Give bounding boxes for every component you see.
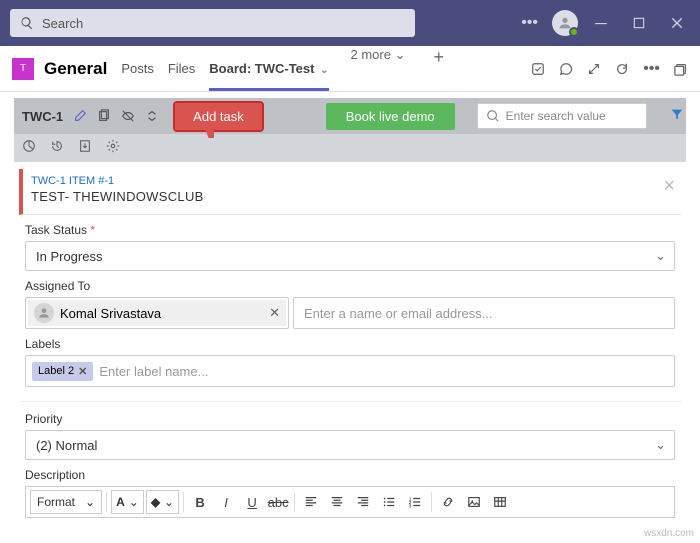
- table-button[interactable]: [488, 495, 512, 509]
- chart-icon[interactable]: [22, 139, 36, 158]
- tab-board[interactable]: Board: TWC-Test ⌄: [209, 47, 328, 91]
- align-right-button[interactable]: [351, 495, 375, 509]
- copy-icon[interactable]: [97, 109, 111, 123]
- minimize-button[interactable]: [586, 9, 616, 37]
- board-subtoolbar: [14, 134, 686, 162]
- strike-button[interactable]: abc: [266, 495, 290, 510]
- italic-button[interactable]: I: [214, 495, 238, 510]
- svg-text:3: 3: [409, 503, 412, 508]
- chevron-down-icon: ⌄: [320, 65, 328, 76]
- bold-button[interactable]: B: [188, 495, 212, 510]
- tab-more[interactable]: 2 more ⌄: [343, 47, 406, 91]
- remove-assignee-button[interactable]: ✕: [269, 305, 280, 321]
- filter-icon[interactable]: [670, 107, 684, 126]
- settings-icon[interactable]: [106, 139, 120, 158]
- image-button[interactable]: [462, 495, 486, 509]
- chevron-down-icon: ⌄: [655, 437, 666, 453]
- assignee-box[interactable]: Komal Srivastava ✕: [25, 297, 289, 329]
- link-button[interactable]: [436, 495, 460, 509]
- fill-color-select[interactable]: ◆⌄: [146, 490, 179, 514]
- refresh-icon[interactable]: [615, 62, 629, 76]
- priority-select[interactable]: (2) Normal ⌄: [25, 430, 675, 460]
- item-header: TWC-1 ITEM #-1 TEST- THEWINDOWSCLUB ×: [19, 169, 681, 215]
- popout-icon[interactable]: [674, 62, 688, 76]
- more-icon[interactable]: •••: [643, 60, 660, 78]
- assigned-label: Assigned To: [25, 279, 675, 293]
- priority-label: Priority: [25, 412, 675, 426]
- expand-icon[interactable]: [587, 62, 601, 76]
- format-select[interactable]: Format⌄: [30, 490, 102, 514]
- assignee-chip[interactable]: Komal Srivastava ✕: [28, 300, 286, 326]
- tab-files[interactable]: Files: [168, 47, 195, 91]
- chat-icon[interactable]: [559, 62, 573, 76]
- maximize-button[interactable]: [624, 9, 654, 37]
- channel-name[interactable]: General: [44, 59, 107, 79]
- channel-tabs: Posts Files Board: TWC-Test ⌄ 2 more ⌄ +: [121, 47, 444, 91]
- search-icon: [486, 109, 500, 123]
- collapse-icon[interactable]: [145, 109, 159, 123]
- search-icon: [20, 16, 34, 30]
- add-tab-button[interactable]: +: [434, 47, 445, 91]
- status-select[interactable]: In Progress ⌄: [25, 241, 675, 271]
- channel-header: T General Posts Files Board: TWC-Test ⌄ …: [0, 46, 700, 92]
- project-label[interactable]: TWC-1: [22, 109, 63, 124]
- labels-input[interactable]: Label 2 ✕ Enter label name...: [25, 355, 675, 387]
- close-button[interactable]: [662, 9, 692, 37]
- description-label: Description: [25, 468, 675, 482]
- close-panel-button[interactable]: ×: [663, 175, 675, 198]
- search-placeholder: Search: [42, 16, 83, 31]
- item-id[interactable]: TWC-1 ITEM #-1: [31, 175, 673, 189]
- label-chip[interactable]: Label 2 ✕: [32, 362, 93, 381]
- export-icon[interactable]: [78, 139, 92, 158]
- chevron-down-icon: ⌄: [655, 248, 666, 264]
- item-title[interactable]: TEST- THEWINDOWSCLUB: [31, 189, 673, 204]
- person-icon: [34, 303, 54, 323]
- bullet-list-button[interactable]: [377, 495, 401, 509]
- align-left-button[interactable]: [299, 495, 323, 509]
- rich-text-toolbar: Format⌄ A⌄ ◆⌄ B I U abc 123: [25, 486, 675, 518]
- assignee-input[interactable]: Enter a name or email address...: [293, 297, 675, 329]
- global-search[interactable]: Search: [10, 9, 415, 37]
- presence-indicator: [569, 27, 579, 37]
- task-form-panel: TWC-1 ITEM #-1 TEST- THEWINDOWSCLUB × Ta…: [14, 168, 686, 519]
- search-input[interactable]: Enter search value: [477, 103, 647, 129]
- teams-titlebar: Search •••: [0, 0, 700, 46]
- visibility-icon[interactable]: [121, 109, 135, 123]
- edit-icon[interactable]: [73, 109, 87, 123]
- status-label: Task Status *: [25, 223, 675, 237]
- numbered-list-button[interactable]: 123: [403, 495, 427, 509]
- tab-posts[interactable]: Posts: [121, 47, 154, 91]
- team-badge[interactable]: T: [12, 58, 34, 80]
- align-center-button[interactable]: [325, 495, 349, 509]
- watermark: wsxdn.com: [644, 528, 694, 539]
- book-demo-button[interactable]: Book live demo: [326, 103, 455, 130]
- more-menu[interactable]: •••: [515, 14, 544, 32]
- app-icon[interactable]: [531, 62, 545, 76]
- callout-arrow: [200, 124, 214, 138]
- labels-label: Labels: [25, 337, 675, 351]
- underline-button[interactable]: U: [240, 495, 264, 510]
- add-task-button[interactable]: Add task: [175, 103, 262, 130]
- board-toolbar: TWC-1 Add task Book live demo Enter sear…: [14, 98, 686, 134]
- remove-label-button[interactable]: ✕: [78, 365, 87, 378]
- font-color-select[interactable]: A⌄: [111, 490, 144, 514]
- user-avatar[interactable]: [552, 10, 578, 36]
- history-icon[interactable]: [50, 139, 64, 158]
